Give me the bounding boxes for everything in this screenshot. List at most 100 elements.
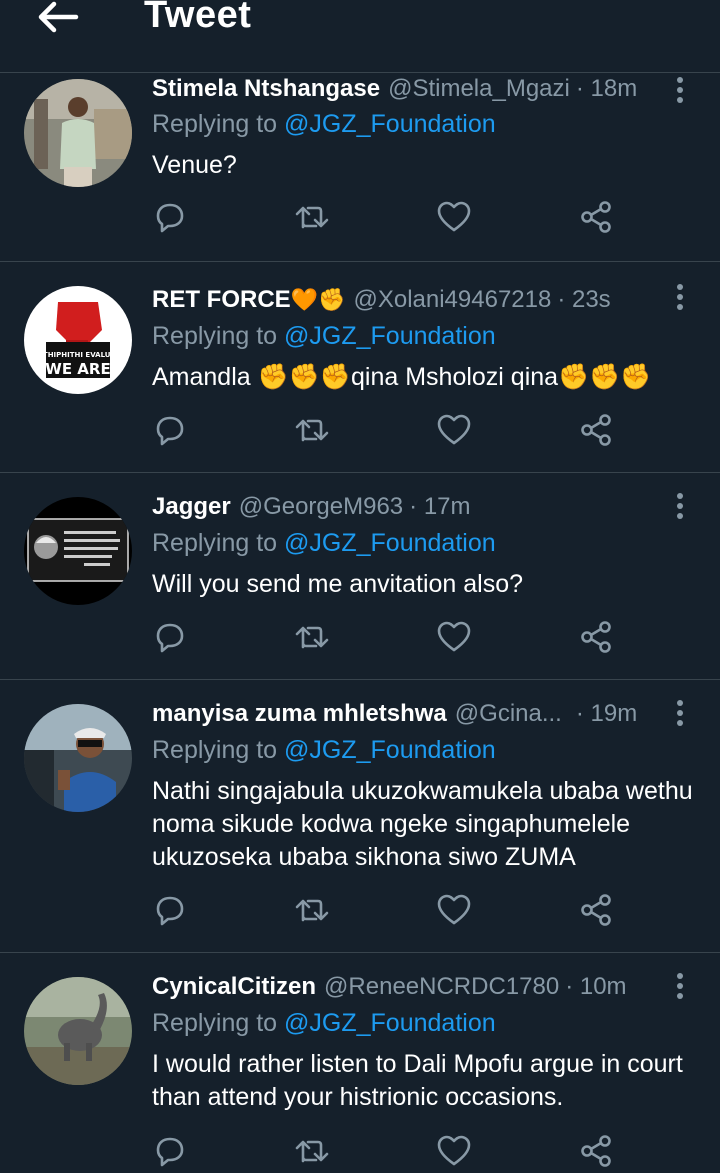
like-icon: [437, 621, 471, 652]
display-name[interactable]: RET FORCE: [152, 286, 291, 314]
tweet-header: Stimela Ntshangase @Stimela_Mgazi · 18m: [152, 75, 660, 103]
timestamp[interactable]: · 10m: [565, 973, 626, 1001]
tweet[interactable]: Jagger @GeorgeM963 · 17m Replying to @JG…: [0, 473, 720, 680]
more-options-icon[interactable]: [670, 282, 690, 312]
reply-icon: [156, 896, 184, 926]
retweet-button[interactable]: [294, 1133, 334, 1173]
reply-button[interactable]: [152, 412, 192, 452]
replying-label: Replying to: [152, 529, 278, 557]
mention-link[interactable]: @JGZ_Foundation: [284, 529, 496, 557]
reply-button[interactable]: [152, 199, 192, 239]
tweet[interactable]: Stimela Ntshangase @Stimela_Mgazi · 18m …: [0, 73, 720, 262]
tweet-header: manyisa zuma mhletshwa @Gcina... · 19m: [152, 700, 660, 728]
avatar-caption: SPRITHIPHITHI EVALUATOR: [25, 351, 132, 359]
reply-icon: [156, 1137, 184, 1167]
avatar[interactable]: [24, 977, 132, 1085]
share-icon: [581, 621, 611, 653]
mention-link[interactable]: @JGZ_Foundation: [284, 322, 496, 350]
tweet-text-line: ukuzoseka ubaba sikhona siwo ZUMA: [152, 843, 576, 871]
like-button[interactable]: [436, 1133, 476, 1173]
display-name[interactable]: Jagger: [152, 493, 231, 521]
tweet-text: I would rather listen to Dali Mpofu argu…: [152, 1048, 696, 1114]
share-icon: [581, 414, 611, 446]
mention-link[interactable]: @JGZ_Foundation: [284, 736, 496, 764]
name-emoji: 🧡✊: [290, 288, 346, 313]
tweet-actions: [152, 412, 632, 452]
reply-button[interactable]: [152, 892, 192, 932]
user-handle[interactable]: @GeorgeM963: [239, 493, 403, 521]
retweet-icon: [295, 899, 329, 922]
tweet-text: Amandla ✊✊✊qina Msholozi qina✊✊✊: [152, 361, 696, 394]
reply-icon: [156, 623, 184, 653]
reply-icon: [156, 203, 184, 233]
arrow-left-icon[interactable]: [34, 0, 80, 36]
replying-to: Replying to @JGZ_Foundation: [152, 322, 496, 351]
tweet-header: CynicalCitizen @ReneeNCRDC1780 · 10m: [152, 973, 660, 1001]
reply-button[interactable]: [152, 619, 192, 659]
avatar[interactable]: SPRITHIPHITHI EVALUATOR WE ARE: [24, 286, 132, 394]
mention-link[interactable]: @JGZ_Foundation: [284, 1009, 496, 1037]
retweet-button[interactable]: [294, 199, 334, 239]
timestamp[interactable]: · 17m: [409, 493, 470, 521]
more-options-icon[interactable]: [670, 698, 690, 728]
share-button[interactable]: [578, 892, 618, 932]
tweet-text-line: Nathi singajabula ukuzokwamukela ubaba w…: [152, 777, 693, 805]
display-name[interactable]: manyisa zuma mhletshwa: [152, 700, 447, 728]
like-icon: [437, 414, 471, 445]
reply-button[interactable]: [152, 1133, 192, 1173]
tweet[interactable]: manyisa zuma mhletshwa @Gcina... · 19m R…: [0, 680, 720, 953]
like-button[interactable]: [436, 199, 476, 239]
retweet-icon: [295, 626, 329, 649]
timestamp[interactable]: · 19m: [576, 700, 637, 728]
app-header: Tweet: [0, 0, 720, 73]
user-handle[interactable]: @Stimela_Mgazi: [388, 75, 570, 103]
more-options-icon[interactable]: [670, 971, 690, 1001]
mention-link[interactable]: @JGZ_Foundation: [284, 110, 496, 138]
retweet-icon: [295, 1140, 329, 1163]
tweet-text: Will you send me anvitation also?: [152, 568, 696, 601]
tweet[interactable]: SPRITHIPHITHI EVALUATOR WE ARE RET FORCE…: [0, 262, 720, 473]
share-button[interactable]: [578, 412, 618, 452]
display-name[interactable]: CynicalCitizen: [152, 973, 316, 1001]
replying-to: Replying to @JGZ_Foundation: [152, 110, 496, 139]
tweet-actions: [152, 199, 632, 239]
tweet-header: RET FORCE 🧡✊ @Xolani49467218 · 23s: [152, 286, 660, 314]
more-options-icon[interactable]: [670, 491, 690, 521]
user-handle[interactable]: @ReneeNCRDC1780: [324, 973, 559, 1001]
share-button[interactable]: [578, 1133, 618, 1173]
like-icon: [437, 1135, 471, 1166]
replying-label: Replying to: [152, 110, 278, 138]
page-title: Tweet: [144, 0, 252, 36]
like-icon: [437, 894, 471, 925]
tweet[interactable]: CynicalCitizen @ReneeNCRDC1780 · 10m Rep…: [0, 953, 720, 1167]
timestamp[interactable]: · 23s: [557, 286, 610, 314]
display-name[interactable]: Stimela Ntshangase: [152, 75, 380, 103]
avatar[interactable]: [24, 497, 132, 605]
replying-label: Replying to: [152, 1009, 278, 1037]
retweet-button[interactable]: [294, 412, 334, 452]
avatar[interactable]: [24, 79, 132, 187]
tweet-header: Jagger @GeorgeM963 · 17m: [152, 493, 660, 521]
replying-label: Replying to: [152, 736, 278, 764]
tweet-text-line: noma sikude kodwa ngeke singaphumelele: [152, 810, 631, 838]
like-button[interactable]: [436, 412, 476, 452]
reply-icon: [156, 416, 184, 446]
avatar[interactable]: [24, 704, 132, 812]
user-handle[interactable]: @Gcina...: [455, 700, 562, 728]
like-button[interactable]: [436, 892, 476, 932]
tweet-text-line: Will you send me anvitation also?: [152, 570, 524, 598]
share-button[interactable]: [578, 619, 618, 659]
timestamp[interactable]: · 18m: [576, 75, 637, 103]
retweet-icon: [295, 419, 329, 442]
tweet-text-line: Amandla ✊✊✊qina Msholozi qina✊✊✊: [152, 363, 652, 391]
share-button[interactable]: [578, 199, 618, 239]
tweet-text: Nathi singajabula ukuzokwamukela ubaba w…: [152, 775, 696, 874]
retweet-button[interactable]: [294, 619, 334, 659]
avatar-slogan: WE ARE: [45, 360, 110, 378]
like-button[interactable]: [436, 619, 476, 659]
more-options-icon[interactable]: [670, 75, 690, 105]
replying-label: Replying to: [152, 322, 278, 350]
retweet-button[interactable]: [294, 892, 334, 932]
tweet-text-line: Venue?: [152, 151, 237, 179]
user-handle[interactable]: @Xolani49467218: [353, 286, 551, 314]
